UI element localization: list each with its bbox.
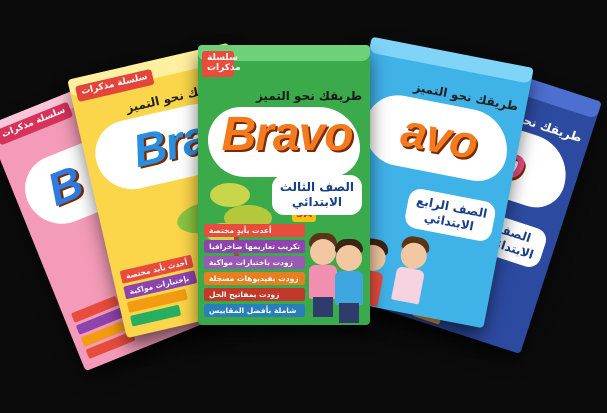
book-fan: طريقك نحو التميز vo الصف الابتدائي طريقك… — [0, 0, 607, 413]
feature-item: تكريب تعاريمها ضاخرافيا — [204, 240, 306, 253]
feature-item: زودت باختبارات مواكبة — [204, 256, 306, 269]
feature-list: أعدت بأيدٍ مختصة تكريب تعاريمها ضاخرافيا… — [204, 224, 306, 317]
grade-line1: الصف الثالث — [279, 180, 354, 194]
grade-label: الصف الرابع الابتدائي — [403, 186, 498, 243]
feature-item: أعدت بأيدٍ مختصة — [204, 224, 306, 237]
tree-illustration — [210, 183, 250, 207]
grade-label: الصف الثالث الابتدائي — [271, 175, 362, 215]
feature-list: أحدث بأيد مختصة بإختبارات مواكبة — [119, 254, 204, 327]
feature-item: زودت بفيديوهات مسجلة — [204, 272, 306, 285]
book-cover-green: سلسلة مذكرات طريقك نحو التميز Bravo 3A ا… — [198, 45, 370, 325]
feature-item: زودت بمفاتيح الحل — [204, 288, 306, 301]
grade-line2: الابتدائي — [291, 195, 342, 209]
book-tagline: طريقك نحو التميز — [255, 89, 362, 103]
book-logo: Bravo — [221, 108, 353, 161]
series-badge: سلسلة مذكرات — [202, 51, 241, 77]
feature-item: شاملة بأفضل المقاييس — [204, 304, 306, 317]
